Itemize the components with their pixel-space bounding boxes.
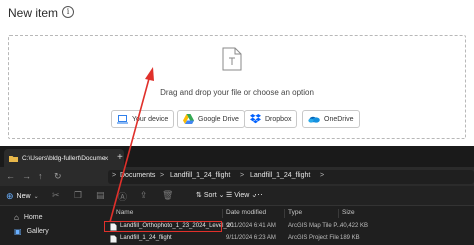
sort-button[interactable]: ⇅ Sort ⌄ xyxy=(196,191,224,199)
dropbox-label: Dropbox xyxy=(265,115,292,123)
file-date: 9/11/2024 6:41 AM xyxy=(226,223,276,229)
up-arrow-icon[interactable]: ↑ xyxy=(38,171,43,181)
view-label: View xyxy=(234,192,250,199)
google-drive-label: Google Drive xyxy=(198,115,239,123)
column-header-date[interactable]: Date modified xyxy=(226,209,266,216)
google-drive-button[interactable]: Google Drive xyxy=(177,110,245,128)
delete-icon[interactable]: 🗑 xyxy=(162,190,173,201)
copy-icon[interactable]: ❐ xyxy=(74,190,82,201)
new-button-label: New xyxy=(16,193,31,200)
dropbox-icon xyxy=(250,114,261,124)
dropbox-button[interactable]: Dropbox xyxy=(244,110,298,128)
file-size: 40,422 KB xyxy=(340,223,369,229)
breadcrumb-flight-folder[interactable]: Landfill_1_24_flight xyxy=(170,172,230,179)
tab-label: C:\Users\bldg-fullert\Docume xyxy=(22,154,106,162)
forward-arrow-icon[interactable]: → xyxy=(22,171,31,181)
onedrive-label: OneDrive xyxy=(324,115,354,123)
column-divider[interactable] xyxy=(338,209,339,218)
command-bar: ⊕ New ⌄ ✂ ❐ ▤ Ⓐ ⇪ 🗑 ⇅ Sort ⌄ ☰ View ⌄ ··… xyxy=(0,186,474,206)
sidebar-item-label: Gallery xyxy=(26,228,49,235)
more-options-icon[interactable]: ··· xyxy=(254,189,263,199)
folder-icon xyxy=(9,155,18,162)
view-button[interactable]: ☰ View ⌄ xyxy=(226,191,257,199)
gallery-icon: ▣ xyxy=(14,227,22,236)
breadcrumb-separator: > xyxy=(112,172,117,179)
navigation-pane: ⌂ Home ▣ Gallery xyxy=(0,207,104,245)
column-header-type[interactable]: Type xyxy=(288,209,302,216)
new-button[interactable]: ⊕ New ⌄ xyxy=(6,191,39,202)
file-type: ArcGIS Project File xyxy=(288,235,340,241)
laptop-icon xyxy=(117,114,128,123)
breadcrumb-flight-subfolder[interactable]: Landfill_1_24_flight xyxy=(250,172,310,179)
dropzone-instructions: Drag and drop your file or choose an opt… xyxy=(160,88,314,97)
screenshot-root: New item i Drag and drop your file or ch… xyxy=(0,0,474,245)
onedrive-button[interactable]: OneDrive xyxy=(302,110,360,128)
file-icon xyxy=(110,235,117,243)
sidebar-item-gallery[interactable]: ▣ Gallery xyxy=(14,227,49,236)
your-device-label: Your device xyxy=(132,115,169,123)
paste-icon[interactable]: ▤ xyxy=(96,190,105,201)
new-item-title: New item xyxy=(8,6,59,20)
explorer-tab-bar: C:\Users\bldg-fullert\Docume × + xyxy=(0,146,474,167)
breadcrumb-separator: > xyxy=(320,172,325,179)
column-divider[interactable] xyxy=(222,209,223,218)
back-arrow-icon[interactable]: ← xyxy=(6,171,15,181)
refresh-icon[interactable]: ↻ xyxy=(54,171,62,182)
file-type: ArcGIS Map Tile P... xyxy=(288,223,342,229)
new-item-header: New item i xyxy=(0,0,474,28)
column-header-name[interactable]: Name xyxy=(116,209,133,216)
file-size: 189 KB xyxy=(340,235,360,241)
column-header-size[interactable]: Size xyxy=(342,209,355,216)
new-tab-icon[interactable]: + xyxy=(117,152,123,163)
breadcrumb-separator: > xyxy=(240,172,245,179)
breadcrumb-separator: > xyxy=(160,172,165,179)
file-date: 9/11/2024 6:23 AM xyxy=(226,235,276,241)
rename-icon[interactable]: Ⓐ xyxy=(118,190,127,203)
your-device-button[interactable]: Your device xyxy=(111,110,175,128)
document-upload-icon xyxy=(222,47,242,71)
column-divider[interactable] xyxy=(284,209,285,218)
info-icon-glyph: i xyxy=(66,7,70,16)
sort-label: Sort xyxy=(203,192,217,199)
plus-icon: ⊕ xyxy=(6,191,14,201)
onedrive-icon xyxy=(308,116,320,123)
google-drive-icon xyxy=(183,114,194,124)
cut-icon[interactable]: ✂ xyxy=(52,190,60,201)
selected-file-highlight xyxy=(104,221,222,232)
file-name: Landfill_1_24_flight xyxy=(120,235,172,241)
share-icon[interactable]: ⇪ xyxy=(140,190,148,201)
address-bar: ← → ↑ ↻ > Documents > Landfill_1_24_flig… xyxy=(0,167,474,186)
info-icon[interactable]: i xyxy=(62,6,74,18)
breadcrumb-documents[interactable]: Documents xyxy=(120,172,155,179)
file-row[interactable]: Landfill_1_24_flight 9/11/2024 6:23 AM A… xyxy=(104,234,474,244)
sidebar-item-label: Home xyxy=(23,214,43,221)
chevron-down-icon: ⌄ xyxy=(33,194,39,200)
home-icon: ⌂ xyxy=(14,213,19,222)
close-tab-icon[interactable]: × xyxy=(104,154,109,163)
file-explorer-window: C:\Users\bldg-fullert\Docume × + ← → ↑ ↻… xyxy=(0,146,474,245)
sidebar-item-home[interactable]: ⌂ Home xyxy=(14,213,43,222)
